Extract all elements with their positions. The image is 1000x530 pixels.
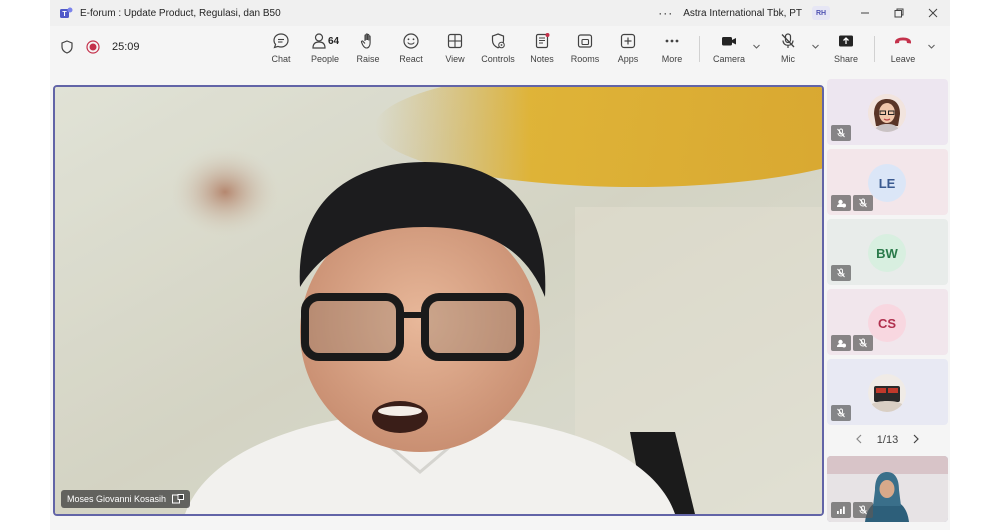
teams-logo-icon: T	[60, 7, 73, 18]
leave-chevron-down-icon[interactable]	[927, 42, 936, 53]
leave-button[interactable]: Leave	[881, 30, 925, 64]
share-label: Share	[833, 54, 859, 64]
apps-label: Apps	[617, 54, 639, 64]
mic-button[interactable]: Mic	[766, 30, 810, 64]
meeting-timer: 25:09	[112, 41, 140, 53]
camera-button[interactable]: Camera	[707, 30, 751, 64]
notes-icon	[535, 33, 550, 49]
more-options-icon[interactable]: ···	[658, 6, 673, 20]
react-label: React	[399, 54, 423, 64]
react-button[interactable]: React	[389, 30, 433, 64]
participant-tile[interactable]	[827, 79, 948, 145]
hand-raised-icon	[831, 335, 851, 351]
view-button[interactable]: View	[433, 30, 477, 64]
participant-tile[interactable]: CS	[827, 289, 948, 355]
toolbar-divider	[699, 36, 700, 62]
title-bar: T E-forum : Update Product, Regulasi, da…	[50, 0, 950, 26]
signal-strength-icon	[831, 502, 851, 518]
chevron-right-icon[interactable]	[912, 434, 920, 447]
meeting-title: E-forum : Update Product, Regulasi, dan …	[80, 7, 281, 19]
people-count: 64	[327, 35, 340, 47]
hand-raised-icon	[831, 195, 851, 211]
close-icon[interactable]	[916, 0, 950, 26]
main-speaker-video[interactable]: Moses Giovanni Kosasih	[53, 85, 824, 516]
organization-name: Astra International Tbk, PT	[683, 7, 802, 19]
notes-button[interactable]: Notes	[520, 30, 564, 64]
minimize-icon[interactable]	[848, 0, 882, 26]
participant-tile[interactable]: BW	[827, 219, 948, 285]
pager-label: 1/13	[876, 434, 899, 446]
pin-video-icon[interactable]	[172, 494, 185, 504]
speaker-name: Moses Giovanni Kosasih	[67, 494, 167, 504]
speaker-name-tag: Moses Giovanni Kosasih	[61, 490, 191, 508]
smile-icon	[403, 33, 419, 49]
toolbar-divider-2	[874, 36, 875, 62]
chat-icon	[273, 33, 289, 49]
camera-chevron-down-icon[interactable]	[752, 42, 761, 53]
participant-photo-avatar	[868, 94, 906, 132]
participant-photo-avatar	[868, 374, 906, 412]
view-label: View	[445, 54, 465, 64]
rooms-icon	[577, 34, 593, 48]
grid-view-icon	[447, 33, 463, 49]
rooms-label: Rooms	[570, 54, 600, 64]
raise-hand-button[interactable]: Raise	[346, 30, 390, 64]
controls-label: Controls	[481, 54, 515, 64]
camera-icon	[722, 37, 736, 46]
speaker-video-feed	[55, 87, 822, 514]
more-horizontal-icon	[665, 39, 679, 43]
participant-initials-avatar: BW	[868, 234, 906, 272]
more-button[interactable]: More	[650, 30, 694, 64]
more-label: More	[661, 54, 683, 64]
mic-off-icon	[853, 335, 873, 351]
mic-off-icon	[853, 502, 873, 518]
restore-icon[interactable]	[882, 0, 916, 26]
mic-off-icon	[831, 125, 851, 141]
rooms-button[interactable]: Rooms	[563, 30, 607, 64]
people-button[interactable]: 64 People	[303, 30, 347, 64]
chat-button[interactable]: Chat	[259, 30, 303, 64]
participant-initials-avatar: LE	[868, 164, 906, 202]
mic-off-icon	[831, 265, 851, 281]
mic-off-icon	[831, 405, 851, 421]
mic-chevron-down-icon[interactable]	[811, 42, 820, 53]
share-button[interactable]: Share	[824, 30, 868, 64]
apps-button[interactable]: Apps	[606, 30, 650, 64]
participant-tile[interactable]	[827, 359, 948, 425]
mic-off-icon	[853, 195, 873, 211]
people-label: People	[310, 54, 340, 64]
chevron-left-icon[interactable]	[855, 434, 863, 447]
self-view-video[interactable]	[827, 456, 948, 522]
mic-label: Mic	[781, 54, 795, 64]
meeting-toolbar: 25:09 Chat 64 People Raise React View Co…	[50, 26, 950, 72]
shield-icon[interactable]	[60, 40, 74, 54]
participant-pager: 1/13	[827, 432, 948, 448]
raise-hand-icon	[360, 33, 371, 49]
participant-tile[interactable]: LE	[827, 149, 948, 215]
controls-shield-icon	[491, 33, 505, 49]
raise-label: Raise	[356, 54, 380, 64]
notes-label: Notes	[530, 54, 554, 64]
chat-label: Chat	[271, 54, 291, 64]
mic-off-icon	[781, 33, 795, 48]
hang-up-icon	[895, 37, 911, 44]
participant-initials-avatar: CS	[868, 304, 906, 342]
user-avatar[interactable]: RH	[812, 6, 830, 20]
camera-label: Camera	[712, 54, 745, 64]
share-screen-icon	[839, 35, 853, 47]
teams-window: T E-forum : Update Product, Regulasi, da…	[50, 0, 950, 530]
svg-text:T: T	[62, 11, 67, 18]
controls-button[interactable]: Controls	[476, 30, 520, 64]
people-icon	[312, 33, 326, 49]
recording-icon	[86, 40, 100, 54]
add-app-icon	[620, 33, 636, 49]
leave-label: Leave	[890, 54, 916, 64]
